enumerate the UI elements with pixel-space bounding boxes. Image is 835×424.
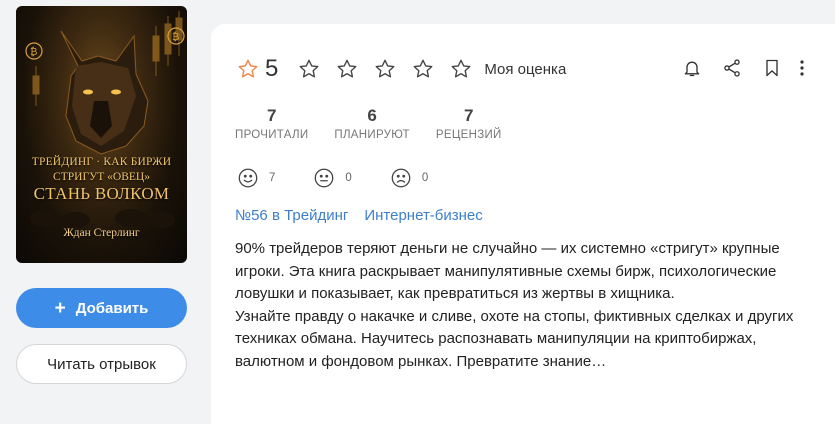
- reaction-positive[interactable]: 7: [237, 167, 275, 189]
- rate-star-1-icon[interactable]: [298, 58, 320, 80]
- reactions: 7 0 0: [237, 167, 466, 189]
- average-rating: 5: [265, 55, 279, 82]
- reaction-neutral[interactable]: 0: [313, 167, 352, 189]
- reaction-negative-count: 0: [421, 172, 429, 184]
- cover-title-line3: СТАНЬ ВОЛКОМ: [33, 184, 170, 203]
- read-excerpt-button[interactable]: Читать отрывок: [16, 344, 187, 384]
- svg-text:₿: ₿: [172, 31, 179, 43]
- my-rating-label: Моя оценка: [484, 60, 567, 78]
- cover-title-line2: СТРИГУТ «ОВЕЦ»: [53, 171, 150, 183]
- add-button-label: Добавить: [75, 299, 149, 317]
- book-description: 90% трейдеров теряют деньги не случайно …: [235, 238, 813, 374]
- genre-tags: №56 в Трейдинг Интернет-бизнес: [235, 207, 499, 224]
- neutral-face-icon: [315, 168, 334, 188]
- reaction-negative[interactable]: 0: [390, 167, 428, 189]
- stat-read-count: 7: [266, 106, 277, 125]
- rate-star-4-icon[interactable]: [412, 58, 434, 80]
- book-stats: 7 ПРОЧИТАЛИ 6 ПЛАНИРУЮТ 7 РЕЦЕНЗИЙ: [235, 106, 528, 141]
- cover-author: Ждан Стерлинг: [63, 227, 140, 239]
- stat-reviews[interactable]: 7 РЕЦЕНЗИЙ: [436, 106, 502, 141]
- tag-genre-link[interactable]: Интернет-бизнес: [364, 207, 482, 224]
- stat-reviews-label: РЕЦЕНЗИЙ: [435, 129, 502, 141]
- description-paragraph-2: Узнайте правду о накачке и сливе, охоте …: [235, 307, 794, 370]
- read-excerpt-label: Читать отрывок: [47, 355, 156, 373]
- share-icon[interactable]: [721, 57, 743, 79]
- stat-read-label: ПРОЧИТАЛИ: [235, 129, 309, 141]
- stat-reviews-count: 7: [463, 106, 474, 125]
- coin-icon: [25, 27, 185, 60]
- add-button[interactable]: + Добавить: [16, 288, 187, 328]
- stat-planned-count: 6: [367, 106, 377, 125]
- cover-title-line1: ТРЕЙДИНГ · КАК БИРЖИ: [31, 156, 172, 168]
- rate-star-2-icon[interactable]: [336, 58, 358, 80]
- stat-read[interactable]: 7 ПРОЧИТАЛИ: [235, 106, 308, 141]
- more-vertical-icon[interactable]: [797, 57, 807, 79]
- book-info-card: 5 Моя оценка 7 ПРОЧИТАЛИ 6 ПЛАНИРУЮТ 7 Р…: [211, 24, 835, 424]
- tag-rank-link[interactable]: №56 в Трейдинг: [235, 207, 348, 224]
- bell-icon[interactable]: [681, 57, 703, 79]
- plus-icon: +: [54, 297, 66, 319]
- wolf-illustration: ₿ ₿: [25, 11, 185, 228]
- stat-planned-label: ПЛАНИРУЮТ: [334, 129, 410, 141]
- reaction-neutral-count: 0: [345, 172, 352, 184]
- bookmark-icon[interactable]: [761, 57, 783, 79]
- rate-star-5-icon[interactable]: [450, 58, 472, 80]
- sad-face-icon: [391, 168, 411, 188]
- smile-icon: [238, 168, 258, 188]
- rate-star-3-icon[interactable]: [374, 58, 396, 80]
- book-actions: [663, 57, 807, 79]
- svg-text:₿: ₿: [30, 46, 37, 58]
- reaction-positive-count: 7: [269, 172, 276, 184]
- stat-planned[interactable]: 6 ПЛАНИРУЮТ: [334, 106, 409, 141]
- description-paragraph-1: 90% трейдеров теряют деньги не случайно …: [235, 240, 780, 303]
- rating-row: 5 Моя оценка: [237, 54, 566, 84]
- star-icon: [238, 59, 258, 78]
- book-cover[interactable]: ₿ ₿ ТРЕЙДИНГ · КАК БИРЖИ СТРИГУТ «ОВЕЦ» …: [16, 6, 187, 263]
